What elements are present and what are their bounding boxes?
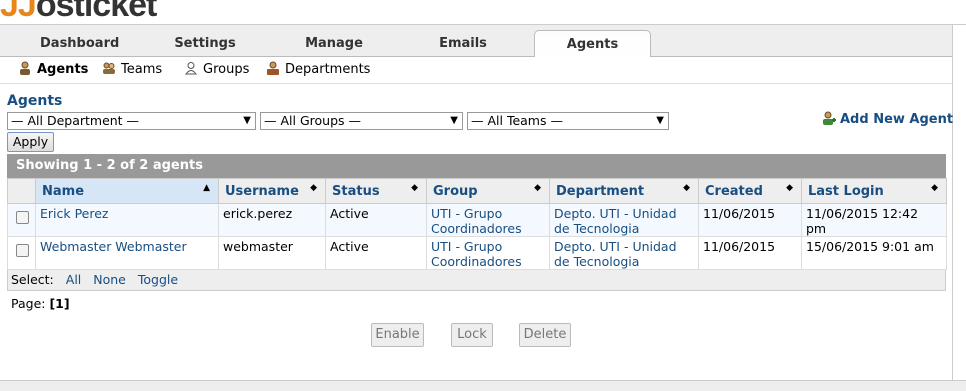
select-toggle-link[interactable]: Toggle bbox=[138, 272, 178, 287]
sort-icon: ◆ bbox=[683, 183, 690, 193]
subnav-agents[interactable]: Agents bbox=[18, 61, 88, 79]
departments-icon bbox=[267, 61, 279, 75]
agent-name-link[interactable]: Erick Perez bbox=[40, 206, 109, 221]
dropdown-arrow-icon: ▼ bbox=[450, 115, 458, 126]
table-caption: Showing 1 - 2 of 2 agents bbox=[7, 154, 946, 178]
sort-icon: ◆ bbox=[310, 183, 317, 193]
row-checkbox[interactable] bbox=[16, 211, 29, 224]
select-none-link[interactable]: None bbox=[93, 272, 126, 287]
main-nav: Dashboard Settings Manage Emails Agents bbox=[0, 24, 966, 59]
group-link[interactable]: UTI - Grupo Coordinadores bbox=[431, 206, 522, 236]
department-link[interactable]: Depto. UTI - Unidad de Tecnologia bbox=[554, 239, 677, 269]
header-last-login[interactable]: Last Login ◆ bbox=[801, 178, 947, 204]
agent-name-link[interactable]: Webmaster Webmaster bbox=[40, 239, 187, 254]
tab-emails[interactable]: Emails bbox=[430, 31, 496, 57]
cell-status: Active bbox=[325, 203, 427, 237]
header-select bbox=[7, 178, 36, 204]
select-all-link[interactable]: All bbox=[66, 272, 82, 287]
row-checkbox[interactable] bbox=[16, 244, 29, 257]
teams-filter-select[interactable]: — All Teams — ▼ bbox=[467, 112, 669, 130]
sort-asc-icon: ▲ bbox=[203, 183, 210, 193]
add-agent-icon bbox=[823, 111, 836, 125]
sort-icon: ◆ bbox=[534, 183, 541, 193]
header-created[interactable]: Created ◆ bbox=[698, 178, 802, 204]
tab-dashboard[interactable]: Dashboard bbox=[40, 31, 119, 57]
lock-button[interactable]: Lock bbox=[451, 323, 493, 347]
header-department[interactable]: Department ◆ bbox=[549, 178, 699, 204]
department-filter-select[interactable]: — All Department — ▼ bbox=[7, 112, 256, 130]
header-group[interactable]: Group ◆ bbox=[426, 178, 550, 204]
header-username[interactable]: Username ◆ bbox=[218, 178, 326, 204]
cell-created: 11/06/2015 bbox=[698, 236, 802, 270]
sort-icon: ◆ bbox=[411, 183, 418, 193]
agent-icon bbox=[20, 61, 30, 75]
groups-icon bbox=[185, 62, 197, 75]
pagination: Page: [1] bbox=[11, 296, 70, 311]
groups-filter-select[interactable]: — All Groups — ▼ bbox=[260, 112, 463, 130]
apply-button[interactable]: Apply bbox=[7, 132, 54, 152]
teams-icon bbox=[103, 62, 115, 74]
add-new-agent-link[interactable]: Add New Agent bbox=[822, 111, 953, 127]
dropdown-arrow-icon: ▼ bbox=[243, 115, 251, 126]
sort-icon: ◆ bbox=[786, 183, 793, 193]
tab-agents[interactable]: Agents bbox=[534, 30, 651, 59]
osticket-logo: JJosticket bbox=[0, 0, 157, 24]
subnav-departments[interactable]: Departments bbox=[266, 61, 370, 79]
delete-button[interactable]: Delete bbox=[519, 323, 571, 347]
dropdown-arrow-icon: ▼ bbox=[656, 115, 664, 126]
select-bar: Select: All None Toggle bbox=[7, 270, 946, 291]
cell-last-login: 15/06/2015 9:01 am bbox=[801, 236, 947, 270]
cell-created: 11/06/2015 bbox=[698, 203, 802, 237]
cell-username: erick.perez bbox=[218, 203, 326, 237]
sort-icon: ◆ bbox=[931, 183, 938, 193]
table-row: Erick Perez erick.perez Active UTI - Gru… bbox=[7, 203, 947, 237]
header-status[interactable]: Status ◆ bbox=[325, 178, 427, 204]
subnav-teams[interactable]: Teams bbox=[102, 61, 162, 79]
agents-table: Showing 1 - 2 of 2 agents Name ▲ Username… bbox=[7, 154, 947, 291]
table-row: Webmaster Webmaster webmaster Active UTI… bbox=[7, 236, 947, 270]
page-current: [1] bbox=[49, 296, 70, 311]
nav-edge bbox=[952, 25, 966, 57]
tab-settings[interactable]: Settings bbox=[172, 31, 238, 57]
footer-strip bbox=[0, 380, 966, 391]
tab-manage[interactable]: Manage bbox=[300, 31, 368, 57]
enable-button[interactable]: Enable bbox=[371, 323, 424, 347]
table-header-row: Name ▲ Username ◆ Status ◆ Group ◆ Departmen… bbox=[7, 178, 947, 204]
cell-username: webmaster bbox=[218, 236, 326, 270]
header-name[interactable]: Name ▲ bbox=[35, 178, 219, 204]
select-label: Select: bbox=[11, 272, 54, 287]
group-link[interactable]: UTI - Grupo Coordinadores bbox=[431, 239, 522, 269]
subnav-groups[interactable]: Groups bbox=[184, 61, 249, 79]
cell-status: Active bbox=[325, 236, 427, 270]
sub-nav: Agents Teams Groups Departments bbox=[0, 57, 966, 84]
department-link[interactable]: Depto. UTI - Unidad de Tecnologia bbox=[554, 206, 677, 236]
cell-last-login: 11/06/2015 12:42 pm bbox=[801, 203, 947, 237]
scroll-edge bbox=[952, 57, 966, 380]
page-title: Agents bbox=[7, 93, 63, 109]
page-label: Page: bbox=[11, 296, 46, 311]
